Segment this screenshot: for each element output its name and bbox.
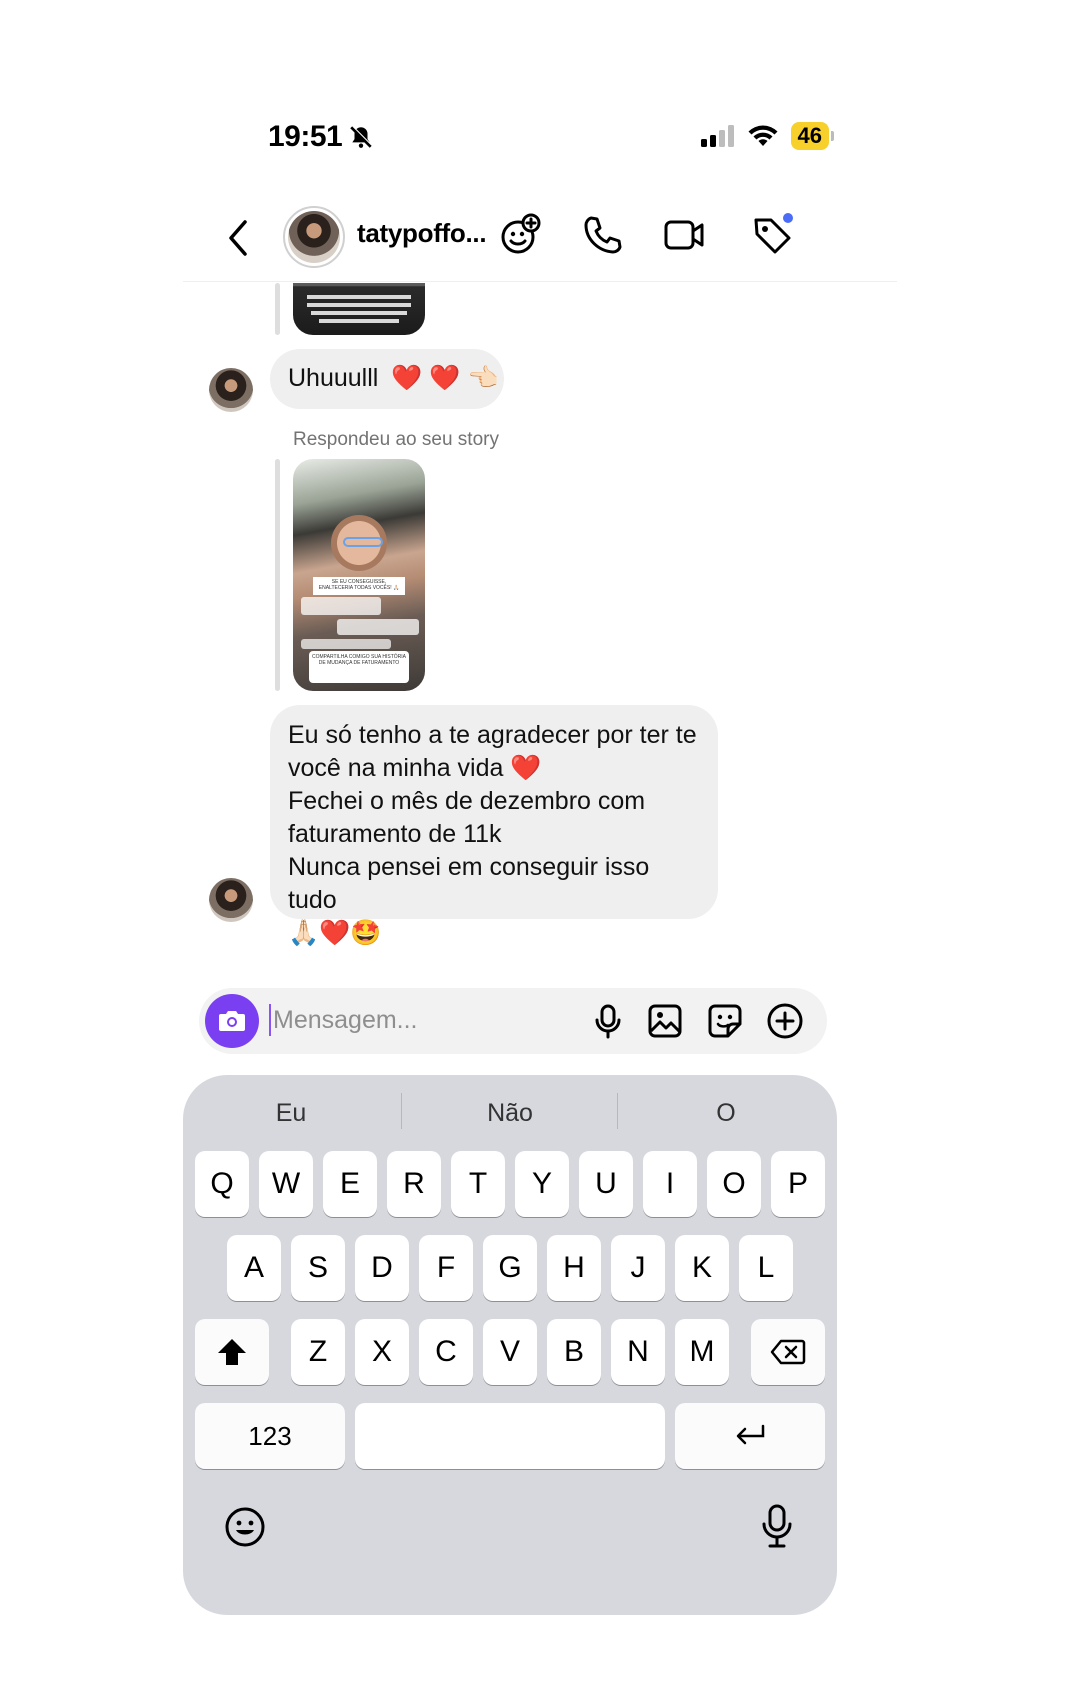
message-composer[interactable]: Mensagem... [199,988,827,1054]
tag-label-icon[interactable] [749,212,795,258]
story-caption: SE EU CONSEGUISSE, ENALTECERIA TODAS VOC… [313,577,405,595]
message-line: faturamento de 11k [288,820,502,848]
camera-button[interactable] [205,994,259,1048]
key-v[interactable]: V [483,1319,537,1385]
reply-indicator-bar [275,459,280,691]
phone-screen: 19:51 46 tatypoffo... Uhuuulll ❤️ ❤️ 👈🏻 … [183,100,897,1640]
key-n[interactable]: N [611,1319,665,1385]
emoji-keyboard-icon[interactable] [223,1505,267,1549]
cellular-signal-icon [700,125,734,147]
status-indicators: 46 [700,122,835,150]
key-a[interactable]: A [227,1235,281,1301]
suggestion-1[interactable]: Eu [183,1093,399,1133]
key-j[interactable]: J [611,1235,665,1301]
key-q[interactable]: Q [195,1151,249,1217]
microphone-icon[interactable] [588,1001,628,1041]
laptop-story-thumbnail[interactable] [293,283,425,335]
chat-header: tatypoffo... [183,190,897,282]
key-y[interactable]: Y [515,1151,569,1217]
key-d[interactable]: D [355,1235,409,1301]
key-x[interactable]: X [355,1319,409,1385]
key-b[interactable]: B [547,1319,601,1385]
message-line: Fechei o mês de dezembro com [288,787,646,815]
message-thread: Uhuuulll ❤️ ❤️ 👈🏻 Respondeu ao seu story… [183,283,897,995]
clock: 19:51 [268,120,343,153]
key-i[interactable]: I [643,1151,697,1217]
message-emojis: 🙏🏻❤️🤩 [288,919,382,947]
contact-avatar[interactable] [283,206,345,268]
key-f[interactable]: F [419,1235,473,1301]
contact-username[interactable]: tatypoffo... [357,218,487,249]
numbers-key[interactable]: 123 [195,1403,345,1469]
shift-arrow-icon [218,1339,246,1365]
key-c[interactable]: C [419,1319,473,1385]
phone-call-icon[interactable] [579,212,625,258]
return-arrow-icon [736,1424,765,1445]
video-call-icon[interactable] [661,212,707,258]
space-key[interactable] [355,1403,665,1469]
key-h[interactable]: H [547,1235,601,1301]
shift-key[interactable] [195,1319,269,1385]
dictation-mic-icon[interactable] [757,1503,797,1551]
message-line: Eu só tenho a te agradecer por ter te [288,721,697,749]
story-reply-thumbnail[interactable]: SE EU CONSEGUISSE, ENALTECERIA TODAS VOC… [293,459,425,691]
return-key[interactable] [675,1403,825,1469]
status-time: 19:51 [268,120,374,154]
message-bubble[interactable]: Uhuuulll ❤️ ❤️ 👈🏻 [270,349,504,409]
key-m[interactable]: M [675,1319,729,1385]
message-line: Nunca pensei em conseguir isso tudo [288,853,650,914]
sender-avatar[interactable] [209,878,253,922]
story-reply-label: Respondeu ao seu story [293,429,499,450]
keyboard: Eu Não O Q W E R T Y U I O P A S D F G H… [183,1075,837,1615]
message-line: você na minha vida ❤️ [288,754,542,782]
key-w[interactable]: W [259,1151,313,1217]
key-t[interactable]: T [451,1151,505,1217]
key-p[interactable]: P [771,1151,825,1217]
suggestion-3[interactable]: O [618,1093,834,1133]
message-emojis: ❤️ ❤️ 👈🏻 [391,364,499,392]
story-question-box: COMPARTILHA COMIGO SUA HISTÓRIA DE MUDAN… [309,651,409,683]
key-o[interactable]: O [707,1151,761,1217]
backspace-icon [770,1339,806,1365]
key-g[interactable]: G [483,1235,537,1301]
bell-muted-icon [350,125,373,148]
sender-avatar[interactable] [209,368,253,412]
add-plus-icon[interactable] [765,1001,805,1041]
message-input[interactable]: Mensagem... [269,1004,418,1036]
key-r[interactable]: R [387,1151,441,1217]
suggestion-2[interactable]: Não [402,1093,618,1133]
key-u[interactable]: U [579,1151,633,1217]
key-s[interactable]: S [291,1235,345,1301]
key-k[interactable]: K [675,1235,729,1301]
key-z[interactable]: Z [291,1319,345,1385]
backspace-key[interactable] [751,1319,825,1385]
battery-indicator: 46 [790,122,835,150]
add-sticker-friend-icon[interactable] [497,212,543,258]
message-text: Uhuuulll [288,364,379,392]
key-e[interactable]: E [323,1151,377,1217]
wifi-icon [748,125,778,146]
key-l[interactable]: L [739,1235,793,1301]
gallery-icon[interactable] [645,1001,685,1041]
back-chevron-icon[interactable] [223,218,255,258]
sticker-icon[interactable] [705,1001,745,1041]
message-bubble[interactable]: Eu só tenho a te agradecer por ter te vo… [270,705,718,947]
reply-indicator-bar [275,283,280,335]
camera-icon [219,1011,245,1031]
